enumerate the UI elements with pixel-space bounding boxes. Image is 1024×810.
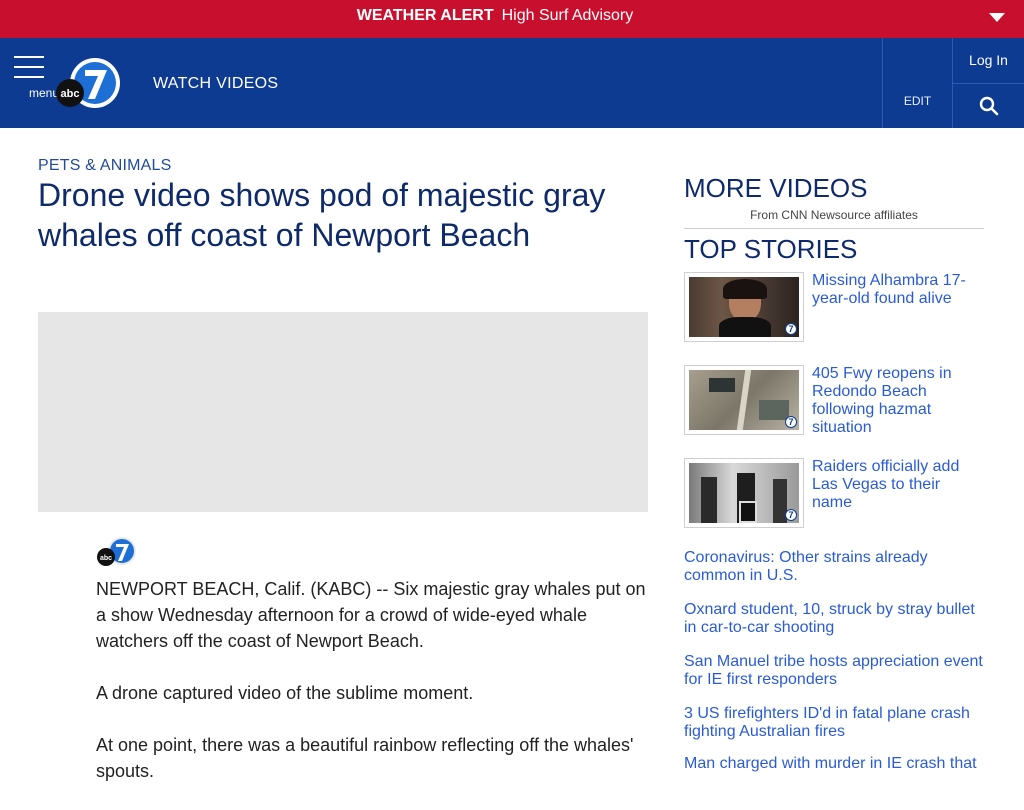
story-title[interactable]: 405 Fwy reopens in Redondo Beach followi…: [812, 365, 982, 437]
video-player[interactable]: [38, 312, 648, 512]
more-videos-heading: MORE VIDEOS: [684, 173, 868, 203]
top-story-link[interactable]: Coronavirus: Other strains already commo…: [684, 549, 984, 585]
menu-button[interactable]: menu: [14, 56, 59, 100]
alert-text: WEATHER ALERT High Surf Advisory: [0, 7, 990, 25]
story-thumbnail[interactable]: 7: [684, 458, 804, 528]
story-title[interactable]: Missing Alhambra 17-year-old found alive: [812, 272, 982, 308]
search-icon: [979, 96, 999, 116]
story-image: [689, 370, 799, 430]
story-image: [689, 277, 799, 337]
login-button[interactable]: Log In: [952, 38, 1024, 83]
top-story-link[interactable]: San Manuel tribe hosts appreciation even…: [684, 653, 984, 689]
hamburger-icon-bar: [14, 76, 44, 78]
chevron-down-icon[interactable]: [989, 13, 1005, 22]
story-image: [689, 463, 799, 523]
article-paragraph: A drone captured video of the sublime mo…: [96, 683, 474, 703]
search-button[interactable]: [952, 83, 1024, 128]
article-paragraph: NEWPORT BEACH, Calif. (KABC) -- Six maje…: [96, 579, 646, 651]
story-title[interactable]: Raiders officially add Las Vegas to thei…: [812, 458, 982, 512]
hamburger-icon: [14, 56, 44, 58]
alert-message: High Surf Advisory: [501, 7, 634, 24]
abc7-badge-icon: 7: [785, 323, 797, 335]
svg-text:abc: abc: [61, 88, 80, 100]
abc7-badge-icon: 7: [785, 416, 797, 428]
top-story-link[interactable]: 3 US firefighters ID'd in fatal plane cr…: [684, 705, 984, 741]
more-videos-source: From CNN Newsource affiliates: [684, 208, 984, 229]
story-thumbnail[interactable]: 7: [684, 365, 804, 435]
top-story-link[interactable]: Oxnard student, 10, struck by stray bull…: [684, 601, 984, 637]
category-link[interactable]: PETS & ANIMALS: [38, 157, 172, 175]
top-story-card[interactable]: 7 405 Fwy reopens in Redondo Beach follo…: [684, 365, 984, 437]
abc7-byline-logo-icon: abc: [96, 536, 138, 568]
site-header: menu abc WATCH VIDEOS EDIT Log In: [0, 38, 1024, 128]
svg-text:abc: abc: [100, 555, 112, 562]
watch-videos-link[interactable]: WATCH VIDEOS: [153, 75, 278, 93]
article-body: NEWPORT BEACH, Calif. (KABC) -- Six maje…: [96, 576, 652, 810]
article-headline: Drone video shows pod of majestic gray w…: [38, 177, 606, 253]
story-thumbnail[interactable]: 7: [684, 272, 804, 342]
alert-label: WEATHER ALERT: [356, 7, 494, 24]
top-stories-heading: TOP STORIES: [684, 234, 858, 264]
top-story-card[interactable]: 7 Raiders officially add Las Vegas to th…: [684, 458, 984, 530]
top-story-link[interactable]: Man charged with murder in IE crash that: [684, 755, 984, 773]
top-story-card[interactable]: 7 Missing Alhambra 17-year-old found ali…: [684, 272, 984, 344]
hamburger-icon-bar: [14, 66, 44, 68]
edit-button[interactable]: EDIT: [882, 38, 952, 128]
abc7-logo-icon[interactable]: abc: [55, 57, 125, 109]
abc7-badge-icon: 7: [785, 509, 797, 521]
weather-alert-bar[interactable]: WEATHER ALERT High Surf Advisory: [0, 0, 1024, 38]
article-paragraph: At one point, there was a beautiful rain…: [96, 735, 634, 781]
